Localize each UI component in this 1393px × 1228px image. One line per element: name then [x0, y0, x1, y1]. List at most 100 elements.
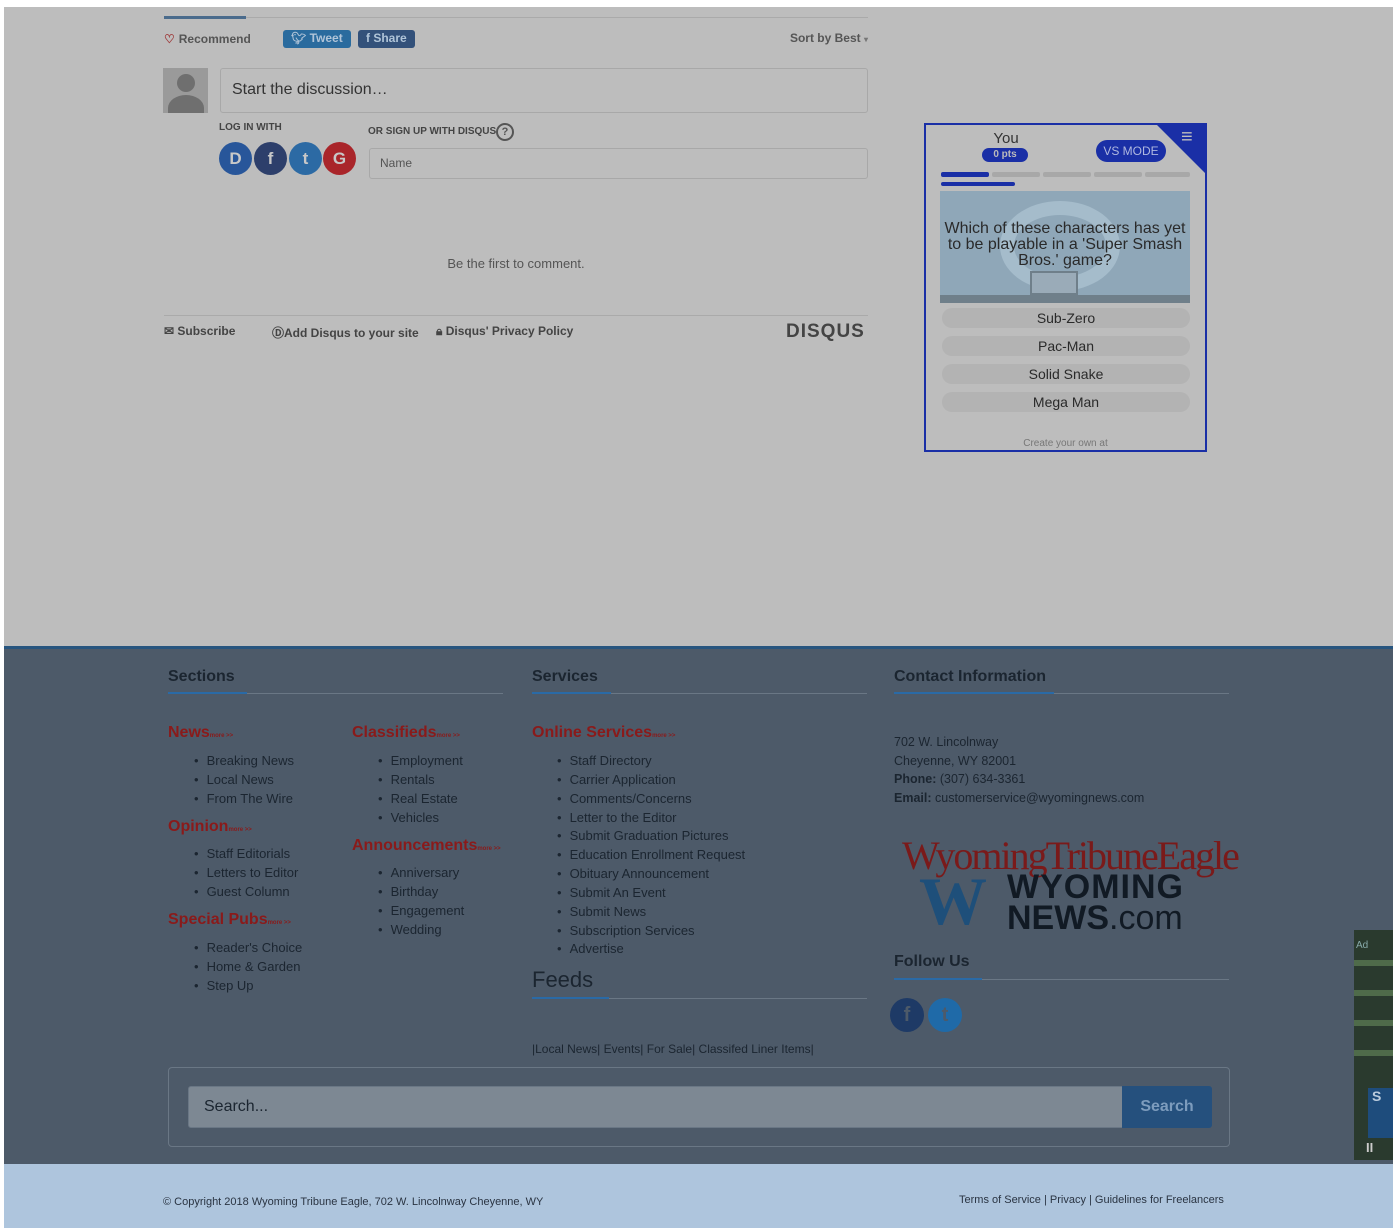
search-button[interactable]: Search — [1122, 1086, 1212, 1128]
footer-link[interactable]: Letters to Editor — [194, 865, 299, 880]
wyoming-news-logo-news: NEWS.com — [1007, 899, 1183, 937]
footer-link[interactable]: Subscription Services — [557, 923, 695, 938]
footer-link[interactable]: Breaking News — [194, 753, 294, 768]
pause-icon[interactable]: II — [1366, 1140, 1373, 1155]
classifieds-link[interactable]: Classifiedsmore >> — [352, 724, 460, 742]
footer-link[interactable]: Submit Graduation Pictures — [557, 828, 729, 843]
footer-link[interactable]: Submit News — [557, 904, 647, 919]
footer-link[interactable]: Guest Column — [194, 884, 290, 899]
search-panel: Search... Search — [168, 1067, 1230, 1147]
search-input[interactable]: Search... — [188, 1086, 1123, 1128]
footer-link[interactable]: Real Estate — [378, 791, 458, 806]
create-own-link[interactable]: Create your own at — [926, 438, 1205, 449]
avatar — [163, 68, 208, 113]
footer-link[interactable]: Anniversary — [378, 865, 460, 880]
contact-heading: Contact Information — [894, 668, 1046, 685]
footer-link[interactable]: From The Wire — [194, 791, 293, 806]
footer-link[interactable]: Carrier Application — [557, 772, 676, 787]
disqus-divider — [164, 17, 868, 18]
recommend-button[interactable]: ♡ Recommend — [164, 32, 251, 46]
progress-segment — [1043, 172, 1091, 177]
main-content: ♡ Recommend 🐦︎ Tweet f Share Sort by Best… — [4, 7, 1393, 648]
progress-segment — [941, 172, 989, 177]
phone-line: Phone: (307) 634-3361 — [894, 772, 1026, 786]
progress-segment — [1094, 172, 1142, 177]
special-pubs-link[interactable]: Special Pubsmore >> — [168, 911, 291, 929]
footer-link[interactable]: Rentals — [378, 772, 435, 787]
points-badge: 0 pts — [982, 148, 1028, 162]
footer-link[interactable]: Home & Garden — [194, 959, 301, 974]
footer-link[interactable]: Step Up — [194, 978, 254, 993]
copyright-bar: © Copyright 2018 Wyoming Tribune Eagle, … — [4, 1164, 1393, 1228]
share-button[interactable]: f Share — [358, 30, 415, 48]
disqus-logo[interactable]: DISQUS — [786, 321, 865, 343]
tweet-button[interactable]: 🐦︎ Tweet — [283, 30, 351, 48]
disqus-login-icon[interactable]: D — [219, 142, 252, 175]
chevron-down-icon: ▾ — [863, 35, 868, 44]
opinion-link[interactable]: Opinionmore >> — [168, 818, 252, 836]
follow-heading: Follow Us — [894, 953, 970, 970]
news-link[interactable]: Newsmore >> — [168, 724, 233, 742]
footer-link[interactable]: Engagement — [378, 903, 465, 918]
heading-underline — [894, 692, 1054, 694]
twitter-icon[interactable]: t — [928, 998, 962, 1032]
heading-underline — [894, 978, 982, 980]
lock-icon: 🔒︎ — [436, 324, 446, 338]
heart-icon: ♡ — [164, 32, 175, 46]
answer-option[interactable]: Mega Man — [942, 392, 1190, 412]
feeds-heading: Feeds — [532, 967, 594, 992]
footer-link[interactable]: Obituary Announcement — [557, 866, 709, 881]
ad-banner: S — [1368, 1088, 1393, 1138]
side-video-ad[interactable]: Ad S II — [1354, 930, 1393, 1160]
footer-link[interactable]: Letter to the Editor — [557, 810, 677, 825]
email-line[interactable]: Email: customerservice@wyomingnews.com — [894, 791, 1144, 805]
add-disqus-link[interactable]: ⒹAdd Disqus to your site — [272, 324, 419, 341]
footer-link[interactable]: Advertise — [557, 941, 624, 956]
footer-link[interactable]: Reader's Choice — [194, 940, 303, 955]
heading-underline — [168, 692, 247, 694]
signup-with-label: OR SIGN UP WITH DISQUS — [368, 126, 497, 137]
top-band — [0, 0, 1393, 7]
footer-link[interactable]: Comments/Concerns — [557, 791, 692, 806]
facebook-icon[interactable]: f — [890, 998, 924, 1032]
footer-link[interactable]: Submit An Event — [557, 885, 666, 900]
footer-link[interactable]: Vehicles — [378, 810, 439, 825]
menu-icon[interactable]: ≡ — [1181, 127, 1201, 147]
player-label: You — [993, 130, 1019, 147]
discussion-input[interactable]: Start the discussion… — [220, 68, 868, 113]
site-footer: Sections Services Contact Information Ne… — [4, 646, 1393, 1164]
disqus-tab-indicator — [164, 16, 246, 19]
legal-links[interactable]: Terms of Service | Privacy | Guidelines … — [959, 1194, 1224, 1206]
disqus-footer-divider — [164, 315, 868, 316]
footer-link[interactable]: Local News — [194, 772, 274, 787]
footer-link[interactable]: Education Enrollment Request — [557, 847, 746, 862]
facebook-login-icon[interactable]: f — [254, 142, 287, 175]
twitter-login-icon[interactable]: t — [289, 142, 322, 175]
footer-link[interactable]: Staff Editorials — [194, 846, 291, 861]
help-icon[interactable]: ? — [496, 123, 514, 141]
sort-dropdown[interactable]: Sort by Best ▾ — [790, 31, 868, 45]
footer-link[interactable]: Staff Directory — [557, 753, 652, 768]
footer-link[interactable]: Wedding — [378, 922, 442, 937]
question-text: Which of these characters has yet to be … — [944, 220, 1186, 269]
disqus-d-icon: Ⓓ — [272, 326, 285, 340]
footer-link[interactable]: Employment — [378, 753, 463, 768]
feeds-links[interactable]: |Local News| Events| For Sale| Classifed… — [532, 1042, 814, 1056]
footer-link[interactable]: Birthday — [378, 884, 439, 899]
subscribe-link[interactable]: ✉ Subscribe — [164, 324, 235, 338]
answer-option[interactable]: Sub-Zero — [942, 308, 1190, 328]
google-login-icon[interactable]: G — [323, 142, 356, 175]
name-field[interactable]: Name — [369, 148, 868, 179]
vs-mode-button[interactable]: VS MODE — [1096, 140, 1166, 162]
answer-option[interactable]: Solid Snake — [942, 364, 1190, 384]
progress-segment — [1145, 172, 1190, 177]
online-services-link[interactable]: Online Servicesmore >> — [532, 724, 675, 742]
progress-segment — [992, 172, 1040, 177]
copyright-text: © Copyright 2018 Wyoming Tribune Eagle, … — [163, 1196, 544, 1208]
address-line-1: 702 W. Lincolnway — [894, 735, 999, 749]
sections-heading: Sections — [168, 668, 235, 685]
answer-option[interactable]: Pac-Man — [942, 336, 1190, 356]
address-line-2: Cheyenne, WY 82001 — [894, 754, 1017, 768]
announcements-link[interactable]: Announcementsmore >> — [352, 837, 501, 855]
privacy-link[interactable]: 🔒︎ Disqus' Privacy Policy — [436, 324, 573, 339]
